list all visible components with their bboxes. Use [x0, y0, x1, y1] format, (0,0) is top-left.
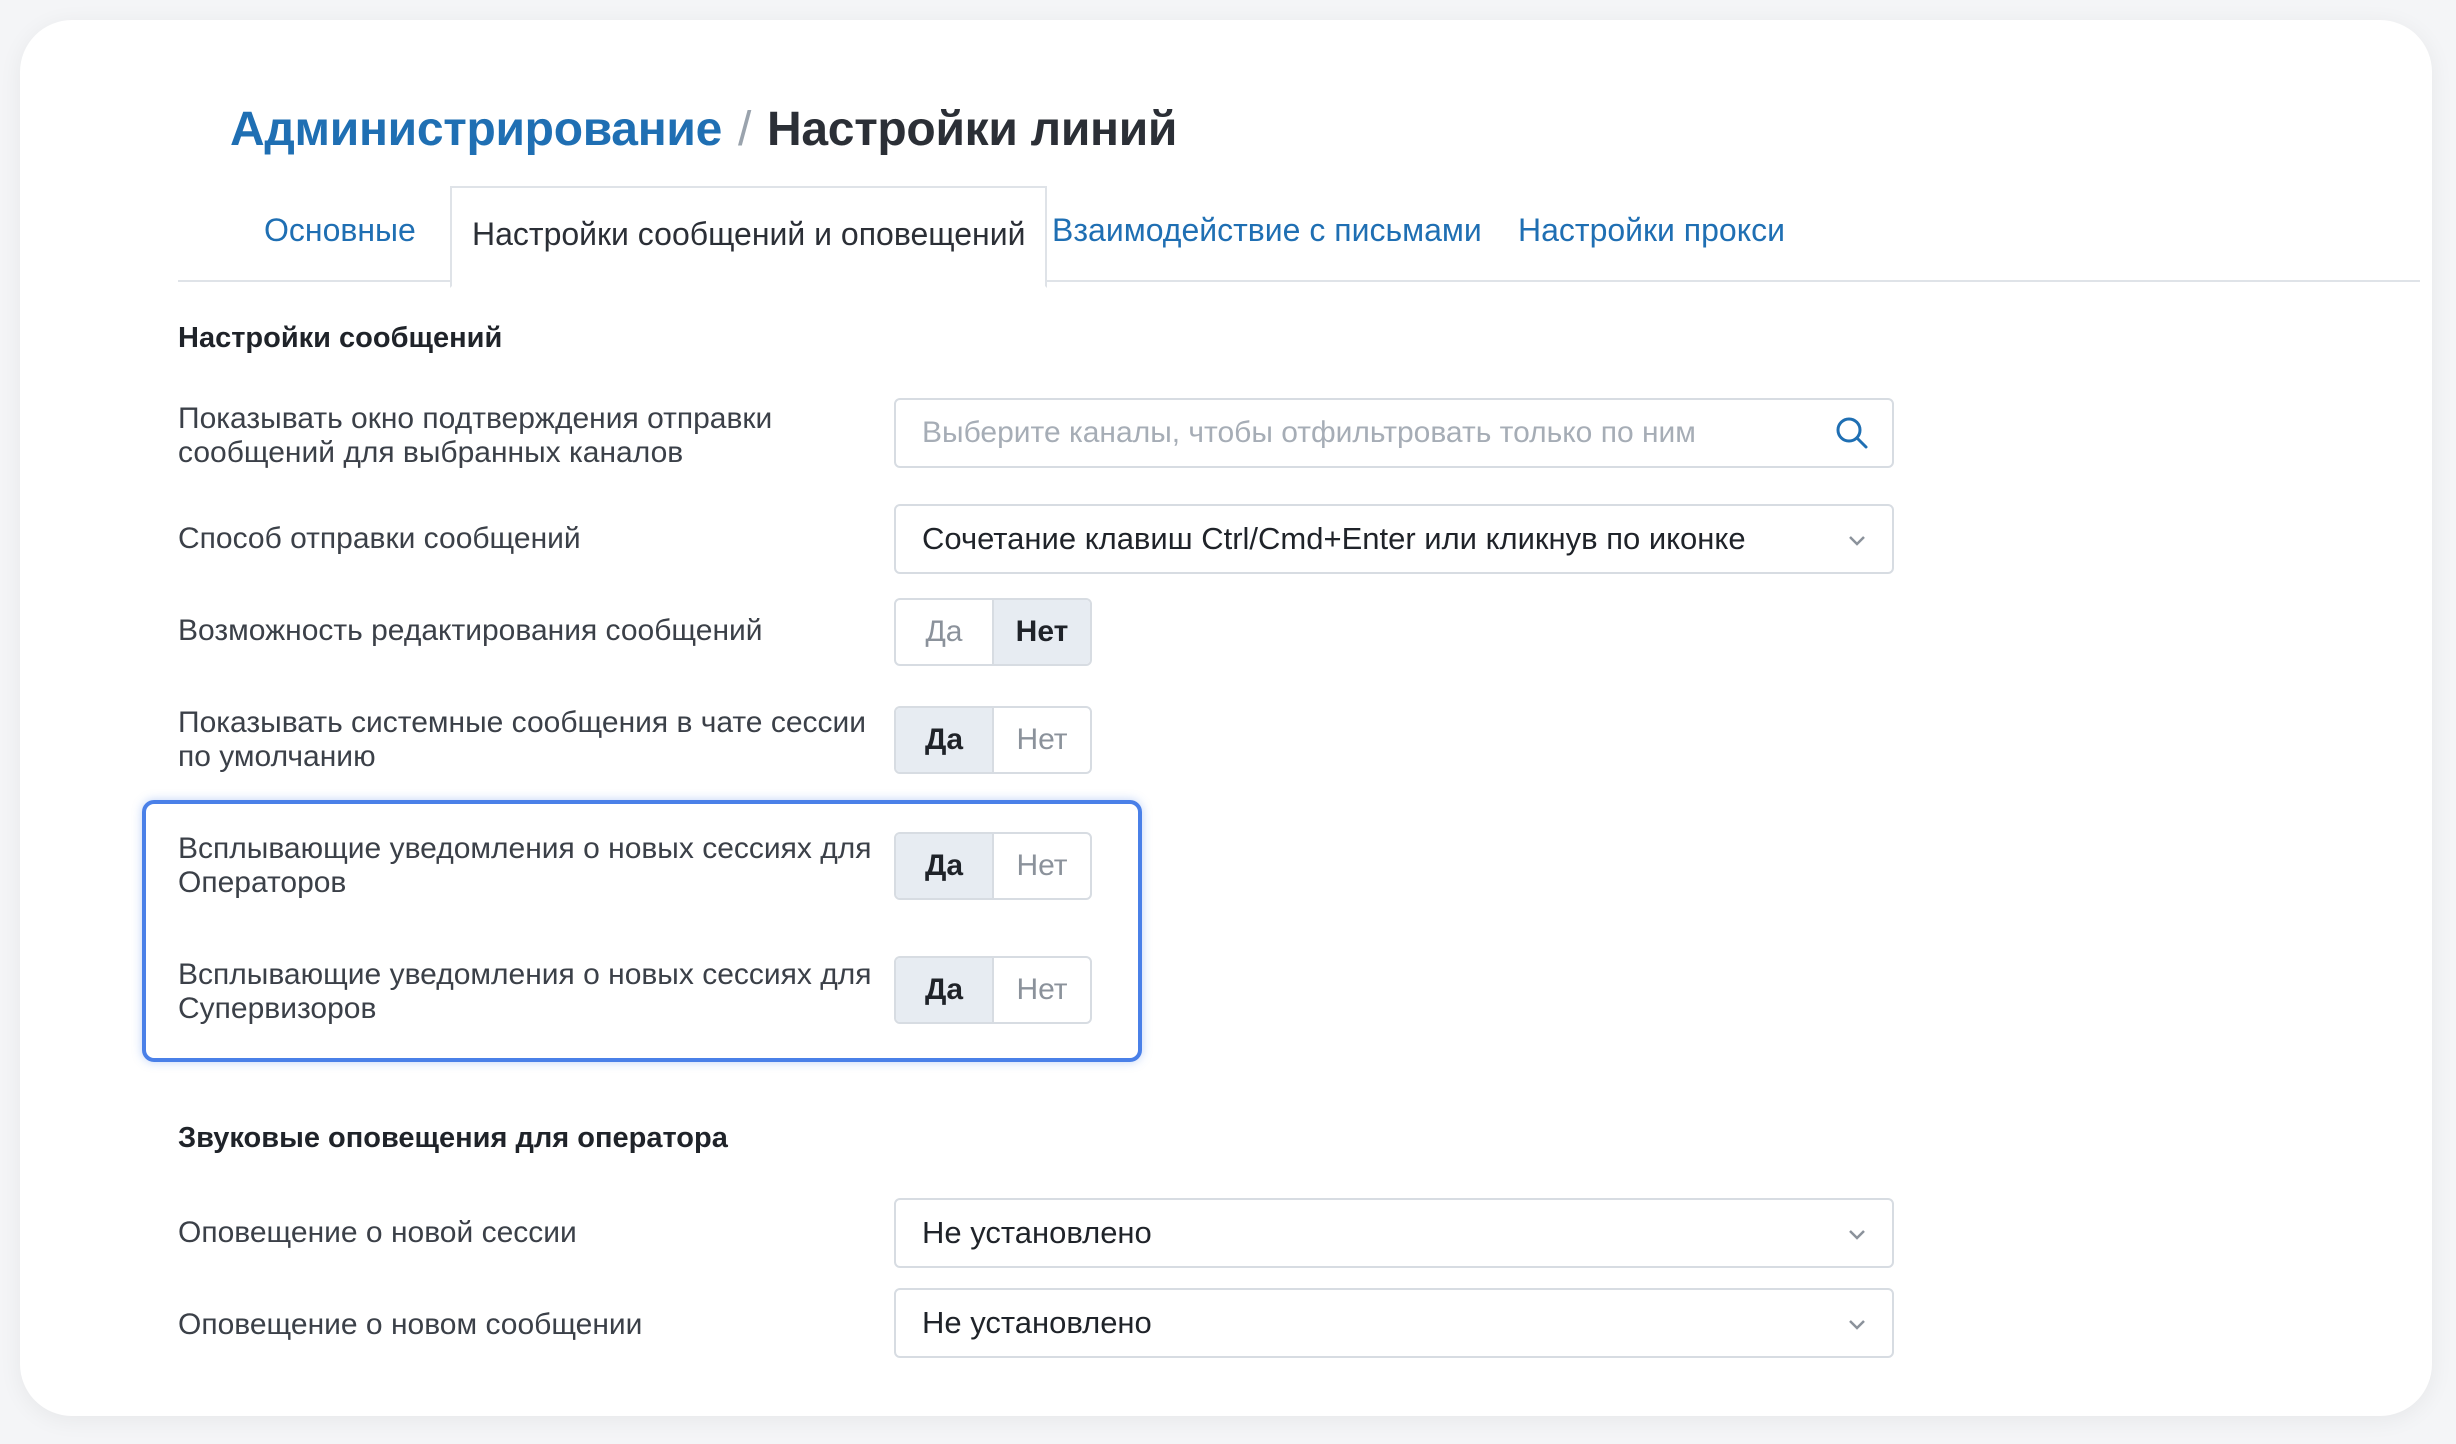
label-popup-operators: Всплывающие уведомления о новых сессиях …	[178, 832, 872, 899]
edit-messages-no[interactable]: Нет	[992, 600, 1090, 664]
label-new-session-sound: Оповещение о новой сессии	[178, 1216, 577, 1249]
system-messages-no[interactable]: Нет	[992, 708, 1090, 772]
popup-supervisors-toggle: Да Нет	[894, 956, 1092, 1024]
section-title-sound: Звуковые оповещения для оператора	[178, 1122, 728, 1154]
label-system-messages: Показывать системные сообщения в чате се…	[178, 706, 867, 773]
system-messages-toggle: Да Нет	[894, 706, 1092, 774]
popup-operators-no[interactable]: Нет	[992, 834, 1090, 898]
search-icon[interactable]	[1834, 415, 1870, 451]
page-title: Администрирование / Настройки линий	[230, 102, 1177, 157]
breadcrumb-separator: /	[738, 103, 752, 156]
settings-card: Администрирование / Настройки линий Основн…	[20, 20, 2432, 1416]
channels-filter-placeholder: Выберите каналы, чтобы отфильтровать тол…	[922, 416, 1696, 449]
tab-proxy-settings[interactable]: Настройки прокси	[1518, 182, 1785, 278]
tab-messages-notifications[interactable]: Настройки сообщений и оповещений	[450, 186, 1048, 288]
edit-messages-toggle: Да Нет	[894, 598, 1092, 666]
popup-supervisors-yes[interactable]: Да	[896, 958, 992, 1022]
system-messages-yes[interactable]: Да	[896, 708, 992, 772]
channels-filter-input[interactable]: Выберите каналы, чтобы отфильтровать тол…	[894, 398, 1894, 468]
chevron-down-icon	[1849, 536, 1865, 546]
section-title-messages: Настройки сообщений	[178, 322, 503, 354]
popup-supervisors-no[interactable]: Нет	[992, 958, 1090, 1022]
chevron-down-icon	[1849, 1320, 1865, 1330]
label-send-method: Способ отправки сообщений	[178, 522, 581, 555]
edit-messages-yes[interactable]: Да	[896, 600, 992, 664]
label-popup-supervisors: Всплывающие уведомления о новых сессиях …	[178, 958, 872, 1025]
tab-general[interactable]: Основные	[264, 182, 416, 278]
popup-operators-yes[interactable]: Да	[896, 834, 992, 898]
tab-bar: Основные Настройки сообщений и оповещени…	[178, 182, 2420, 288]
new-message-sound-value: Не установлено	[922, 1305, 1152, 1340]
new-session-sound-value: Не установлено	[922, 1215, 1152, 1250]
chevron-down-icon	[1849, 1230, 1865, 1240]
tab-email-interaction[interactable]: Взаимодействие с письмами	[1052, 182, 1482, 278]
breadcrumb-current: Настройки линий	[767, 103, 1178, 156]
popup-operators-toggle: Да Нет	[894, 832, 1092, 900]
new-session-sound-select[interactable]: Не установлено	[894, 1198, 1894, 1268]
label-edit-messages: Возможность редактирования сообщений	[178, 614, 763, 647]
send-method-value: Сочетание клавиш Ctrl/Cmd+Enter или клик…	[922, 521, 1746, 556]
new-message-sound-select[interactable]: Не установлено	[894, 1288, 1894, 1358]
send-method-select[interactable]: Сочетание клавиш Ctrl/Cmd+Enter или клик…	[894, 504, 1894, 574]
label-new-message-sound: Оповещение о новом сообщении	[178, 1308, 643, 1341]
label-confirm-window: Показывать окно подтверждения отправки с…	[178, 402, 773, 469]
breadcrumb-admin-link[interactable]: Администрирование	[230, 103, 722, 156]
